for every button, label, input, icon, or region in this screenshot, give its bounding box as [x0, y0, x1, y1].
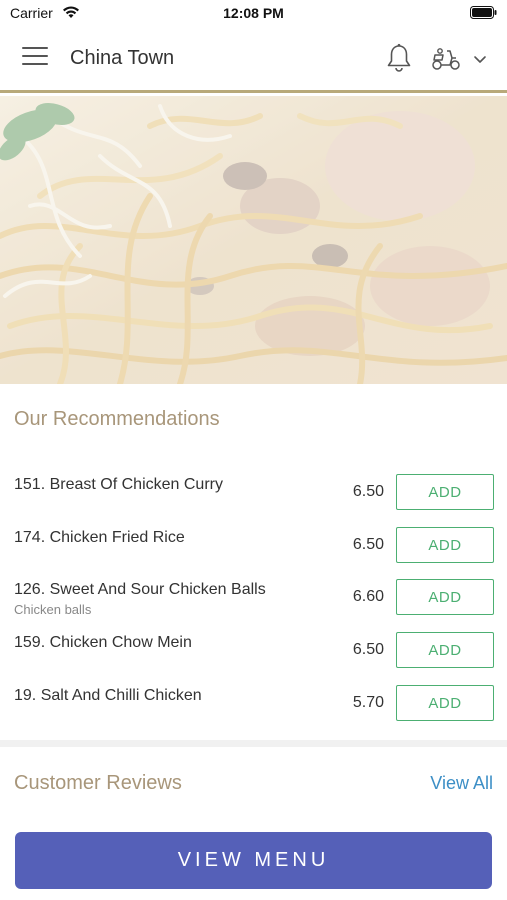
- menu-item-name: 159. Chicken Chow Mein: [14, 634, 192, 651]
- menu-item-name: 19. Salt And Chilli Chicken: [14, 687, 202, 704]
- chevron-down-icon[interactable]: [472, 53, 488, 65]
- menu-item-row: 19. Salt And Chilli Chicken 5.70 ADD: [0, 685, 507, 737]
- menu-item-price: 6.60: [352, 588, 384, 605]
- add-button[interactable]: ADD: [396, 527, 494, 563]
- menu-item-price: 6.50: [352, 483, 384, 500]
- add-button[interactable]: ADD: [396, 579, 494, 615]
- bell-icon[interactable]: [385, 43, 413, 73]
- app-header: China Town: [0, 26, 507, 93]
- menu-item-price: 6.50: [352, 536, 384, 553]
- recommendations-heading: Our Recommendations: [14, 408, 220, 430]
- menu-item-name: 174. Chicken Fried Rice: [14, 529, 185, 546]
- restaurant-title: China Town: [70, 47, 175, 69]
- section-divider: [0, 740, 507, 747]
- menu-item-price: 5.70: [352, 694, 384, 711]
- menu-item-row: 151. Breast Of Chicken Curry 6.50 ADD: [0, 474, 507, 526]
- view-menu-button[interactable]: VIEW MENU: [15, 832, 492, 889]
- menu-item-price: 6.50: [352, 641, 384, 658]
- add-button[interactable]: ADD: [396, 474, 494, 510]
- menu-item-name: 151. Breast Of Chicken Curry: [14, 476, 223, 493]
- add-button[interactable]: ADD: [396, 685, 494, 721]
- view-all-reviews-link[interactable]: View All: [430, 773, 493, 794]
- reviews-heading: Customer Reviews: [14, 772, 182, 794]
- menu-item-name: 126. Sweet And Sour Chicken Balls: [14, 581, 266, 598]
- menu-item-row: 126. Sweet And Sour Chicken Balls Chicke…: [0, 579, 507, 631]
- menu-item-description: Chicken balls: [14, 602, 92, 617]
- hamburger-menu-icon[interactable]: [22, 47, 48, 69]
- add-button[interactable]: ADD: [396, 632, 494, 668]
- hero-food-image: [0, 96, 507, 384]
- scooter-delivery-icon[interactable]: [430, 46, 462, 72]
- status-bar: Carrier 12:08 PM: [0, 0, 507, 26]
- clock-time: 12:08 PM: [223, 5, 284, 21]
- battery-icon: [470, 6, 497, 24]
- menu-item-row: 174. Chicken Fried Rice 6.50 ADD: [0, 527, 507, 579]
- menu-item-row: 159. Chicken Chow Mein 6.50 ADD: [0, 632, 507, 684]
